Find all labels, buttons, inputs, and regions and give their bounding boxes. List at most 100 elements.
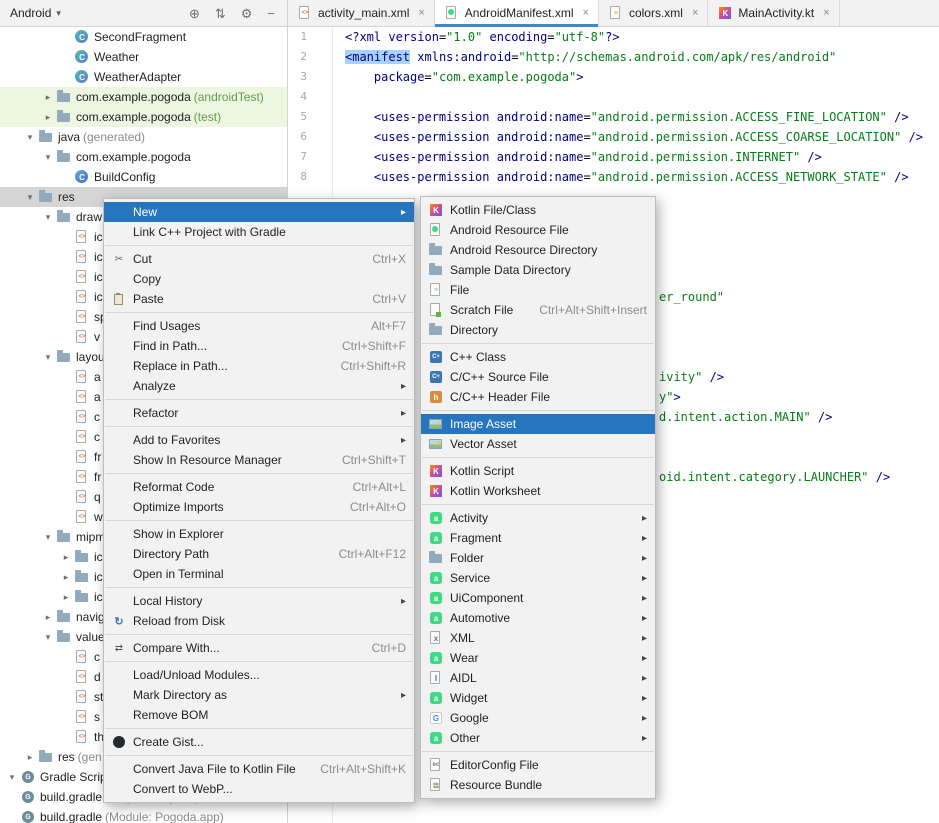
- expanded-arrow-icon[interactable]: ▾: [40, 212, 56, 223]
- project-view-selector[interactable]: Android ▾: [10, 6, 61, 20]
- menu-item-widget[interactable]: Widget▸: [421, 688, 655, 708]
- menu-item-automotive[interactable]: Automotive▸: [421, 608, 655, 628]
- menu-item-fragment[interactable]: Fragment▸: [421, 528, 655, 548]
- tree-item-weatheradapter[interactable]: WeatherAdapter: [0, 67, 287, 87]
- menu-item-activity[interactable]: Activity▸: [421, 508, 655, 528]
- settings-gear-icon[interactable]: ⚙: [241, 7, 253, 20]
- expanded-arrow-icon[interactable]: ▾: [40, 532, 56, 543]
- menu-item-vector-asset[interactable]: Vector Asset: [421, 434, 655, 454]
- tab-activity-main-xml[interactable]: activity_main.xml×: [288, 0, 435, 26]
- expanded-arrow-icon[interactable]: ▾: [40, 152, 56, 163]
- menu-item-aidl[interactable]: AIDL▸: [421, 668, 655, 688]
- menu-item-editorconfig-file[interactable]: EditorConfig File: [421, 755, 655, 775]
- menu-item-kotlin-script[interactable]: Kotlin Script: [421, 461, 655, 481]
- menu-item-show-in-resource-manager[interactable]: Show In Resource ManagerCtrl+Shift+T: [104, 450, 414, 470]
- menu-item-service[interactable]: Service▸: [421, 568, 655, 588]
- menu-item-c-c-source-file[interactable]: C/C++ Source File: [421, 367, 655, 387]
- tab-androidmanifest-xml[interactable]: AndroidManifest.xml×: [435, 0, 599, 26]
- menu-item-reload-from-disk[interactable]: Reload from Disk: [104, 611, 414, 631]
- menu-item-refactor[interactable]: Refactor▸: [104, 403, 414, 423]
- menu-item-link-c-project-with-gradle[interactable]: Link C++ Project with Gradle: [104, 222, 414, 242]
- menu-item-directory[interactable]: Directory: [421, 320, 655, 340]
- menu-item-kotlin-worksheet[interactable]: Kotlin Worksheet: [421, 481, 655, 501]
- menu-item-compare-with[interactable]: Compare With...Ctrl+D: [104, 638, 414, 658]
- collapsed-arrow-icon[interactable]: ▸: [40, 612, 56, 623]
- tree-item-build-gradle[interactable]: build.gradle (Module: Pogoda.app): [0, 807, 287, 823]
- menu-item-c-c-header-file[interactable]: C/C++ Header File: [421, 387, 655, 407]
- menu-item-optimize-imports[interactable]: Optimize ImportsCtrl+Alt+O: [104, 497, 414, 517]
- menu-item-kotlin-file-class[interactable]: Kotlin File/Class: [421, 200, 655, 220]
- menu-item-image-asset[interactable]: Image Asset: [421, 414, 655, 434]
- menu-item-find-in-path[interactable]: Find in Path...Ctrl+Shift+F: [104, 336, 414, 356]
- menu-item-xml[interactable]: XML▸: [421, 628, 655, 648]
- menu-item-file[interactable]: File: [421, 280, 655, 300]
- tab-mainactivity-kt[interactable]: MainActivity.kt×: [708, 0, 839, 26]
- tree-item-com-example-pogoda[interactable]: ▸com.example.pogoda (test): [0, 107, 287, 127]
- menu-item-reformat-code[interactable]: Reformat CodeCtrl+Alt+L: [104, 477, 414, 497]
- menu-item-remove-bom[interactable]: Remove BOM: [104, 705, 414, 725]
- menu-item-scratch-file[interactable]: Scratch FileCtrl+Alt+Shift+Insert: [421, 300, 655, 320]
- menu-item-c-class[interactable]: C++ Class: [421, 347, 655, 367]
- tree-item-weather[interactable]: Weather: [0, 47, 287, 67]
- collapsed-arrow-icon[interactable]: ▸: [22, 752, 38, 763]
- menu-item-load-unload-modules[interactable]: Load/Unload Modules...: [104, 665, 414, 685]
- menu-item-paste[interactable]: PasteCtrl+V: [104, 289, 414, 309]
- menu-item-find-usages[interactable]: Find UsagesAlt+F7: [104, 316, 414, 336]
- menu-item-cut[interactable]: CutCtrl+X: [104, 249, 414, 269]
- locate-file-icon[interactable]: ⊕: [189, 7, 200, 20]
- collapsed-arrow-icon[interactable]: ▸: [58, 592, 74, 603]
- tab-close-icon[interactable]: ×: [692, 7, 698, 19]
- menu-item-local-history[interactable]: Local History▸: [104, 591, 414, 611]
- tree-item-secondfragment[interactable]: SecondFragment: [0, 27, 287, 47]
- collapsed-arrow-icon[interactable]: ▸: [40, 92, 56, 103]
- menu-item-uicomponent[interactable]: UiComponent▸: [421, 588, 655, 608]
- menu-icon-spacer: [111, 318, 127, 334]
- menu-item-replace-in-path[interactable]: Replace in Path...Ctrl+Shift+R: [104, 356, 414, 376]
- collapsed-arrow-icon[interactable]: ▸: [40, 112, 56, 123]
- expanded-arrow-icon[interactable]: ▾: [4, 772, 20, 783]
- cpp-hdr-icon: [428, 389, 444, 405]
- menu-item-mark-directory-as[interactable]: Mark Directory as▸: [104, 685, 414, 705]
- menu-item-convert-to-webp[interactable]: Convert to WebP...: [104, 779, 414, 799]
- menu-item-folder[interactable]: Folder▸: [421, 548, 655, 568]
- tree-item-label: SecondFragment: [94, 30, 186, 44]
- tab-colors-xml[interactable]: colors.xml×: [599, 0, 708, 26]
- expanded-arrow-icon[interactable]: ▾: [40, 352, 56, 363]
- tree-item-com-example-pogoda[interactable]: ▾com.example.pogoda: [0, 147, 287, 167]
- menu-item-resource-bundle[interactable]: Resource Bundle: [421, 775, 655, 795]
- package-icon: [56, 109, 72, 125]
- hide-panel-icon[interactable]: −: [267, 7, 275, 20]
- expanded-arrow-icon[interactable]: ▾: [22, 132, 38, 143]
- tree-item-label: com.example.pogoda: [76, 110, 191, 124]
- line-number: 4: [289, 87, 307, 107]
- collapsed-arrow-icon[interactable]: ▸: [58, 552, 74, 563]
- menu-item-open-in-terminal[interactable]: Open in Terminal: [104, 564, 414, 584]
- menu-item-directory-path[interactable]: Directory PathCtrl+Alt+F12: [104, 544, 414, 564]
- menu-item-new[interactable]: New▸: [104, 202, 414, 222]
- expanded-arrow-icon[interactable]: ▾: [22, 192, 38, 203]
- tab-close-icon[interactable]: ×: [418, 7, 424, 19]
- menu-item-label: Wear: [450, 651, 478, 665]
- collapse-all-icon[interactable]: ⇅: [215, 7, 226, 20]
- menu-item-google[interactable]: Google▸: [421, 708, 655, 728]
- menu-separator: [422, 751, 654, 752]
- menu-item-create-gist[interactable]: Create Gist...: [104, 732, 414, 752]
- menu-item-copy[interactable]: Copy: [104, 269, 414, 289]
- menu-item-sample-data-directory[interactable]: Sample Data Directory: [421, 260, 655, 280]
- tree-item-buildconfig[interactable]: BuildConfig: [0, 167, 287, 187]
- tab-close-icon[interactable]: ×: [583, 7, 589, 19]
- menu-item-show-in-explorer[interactable]: Show in Explorer: [104, 524, 414, 544]
- menu-item-analyze[interactable]: Analyze▸: [104, 376, 414, 396]
- collapsed-arrow-icon[interactable]: ▸: [58, 572, 74, 583]
- menu-item-add-to-favorites[interactable]: Add to Favorites▸: [104, 430, 414, 450]
- menu-item-other[interactable]: Other▸: [421, 728, 655, 748]
- tree-item-java[interactable]: ▾java (generated): [0, 127, 287, 147]
- menu-item-android-resource-file[interactable]: Android Resource File: [421, 220, 655, 240]
- expanded-arrow-icon[interactable]: ▾: [40, 632, 56, 643]
- menu-item-wear[interactable]: Wear▸: [421, 648, 655, 668]
- tree-item-com-example-pogoda[interactable]: ▸com.example.pogoda (androidTest): [0, 87, 287, 107]
- menu-item-android-resource-directory[interactable]: Android Resource Directory: [421, 240, 655, 260]
- menu-item-convert-java-file-to-kotlin-file[interactable]: Convert Java File to Kotlin FileCtrl+Alt…: [104, 759, 414, 779]
- tab-close-icon[interactable]: ×: [823, 7, 829, 19]
- tree-item-label: fr: [94, 470, 101, 484]
